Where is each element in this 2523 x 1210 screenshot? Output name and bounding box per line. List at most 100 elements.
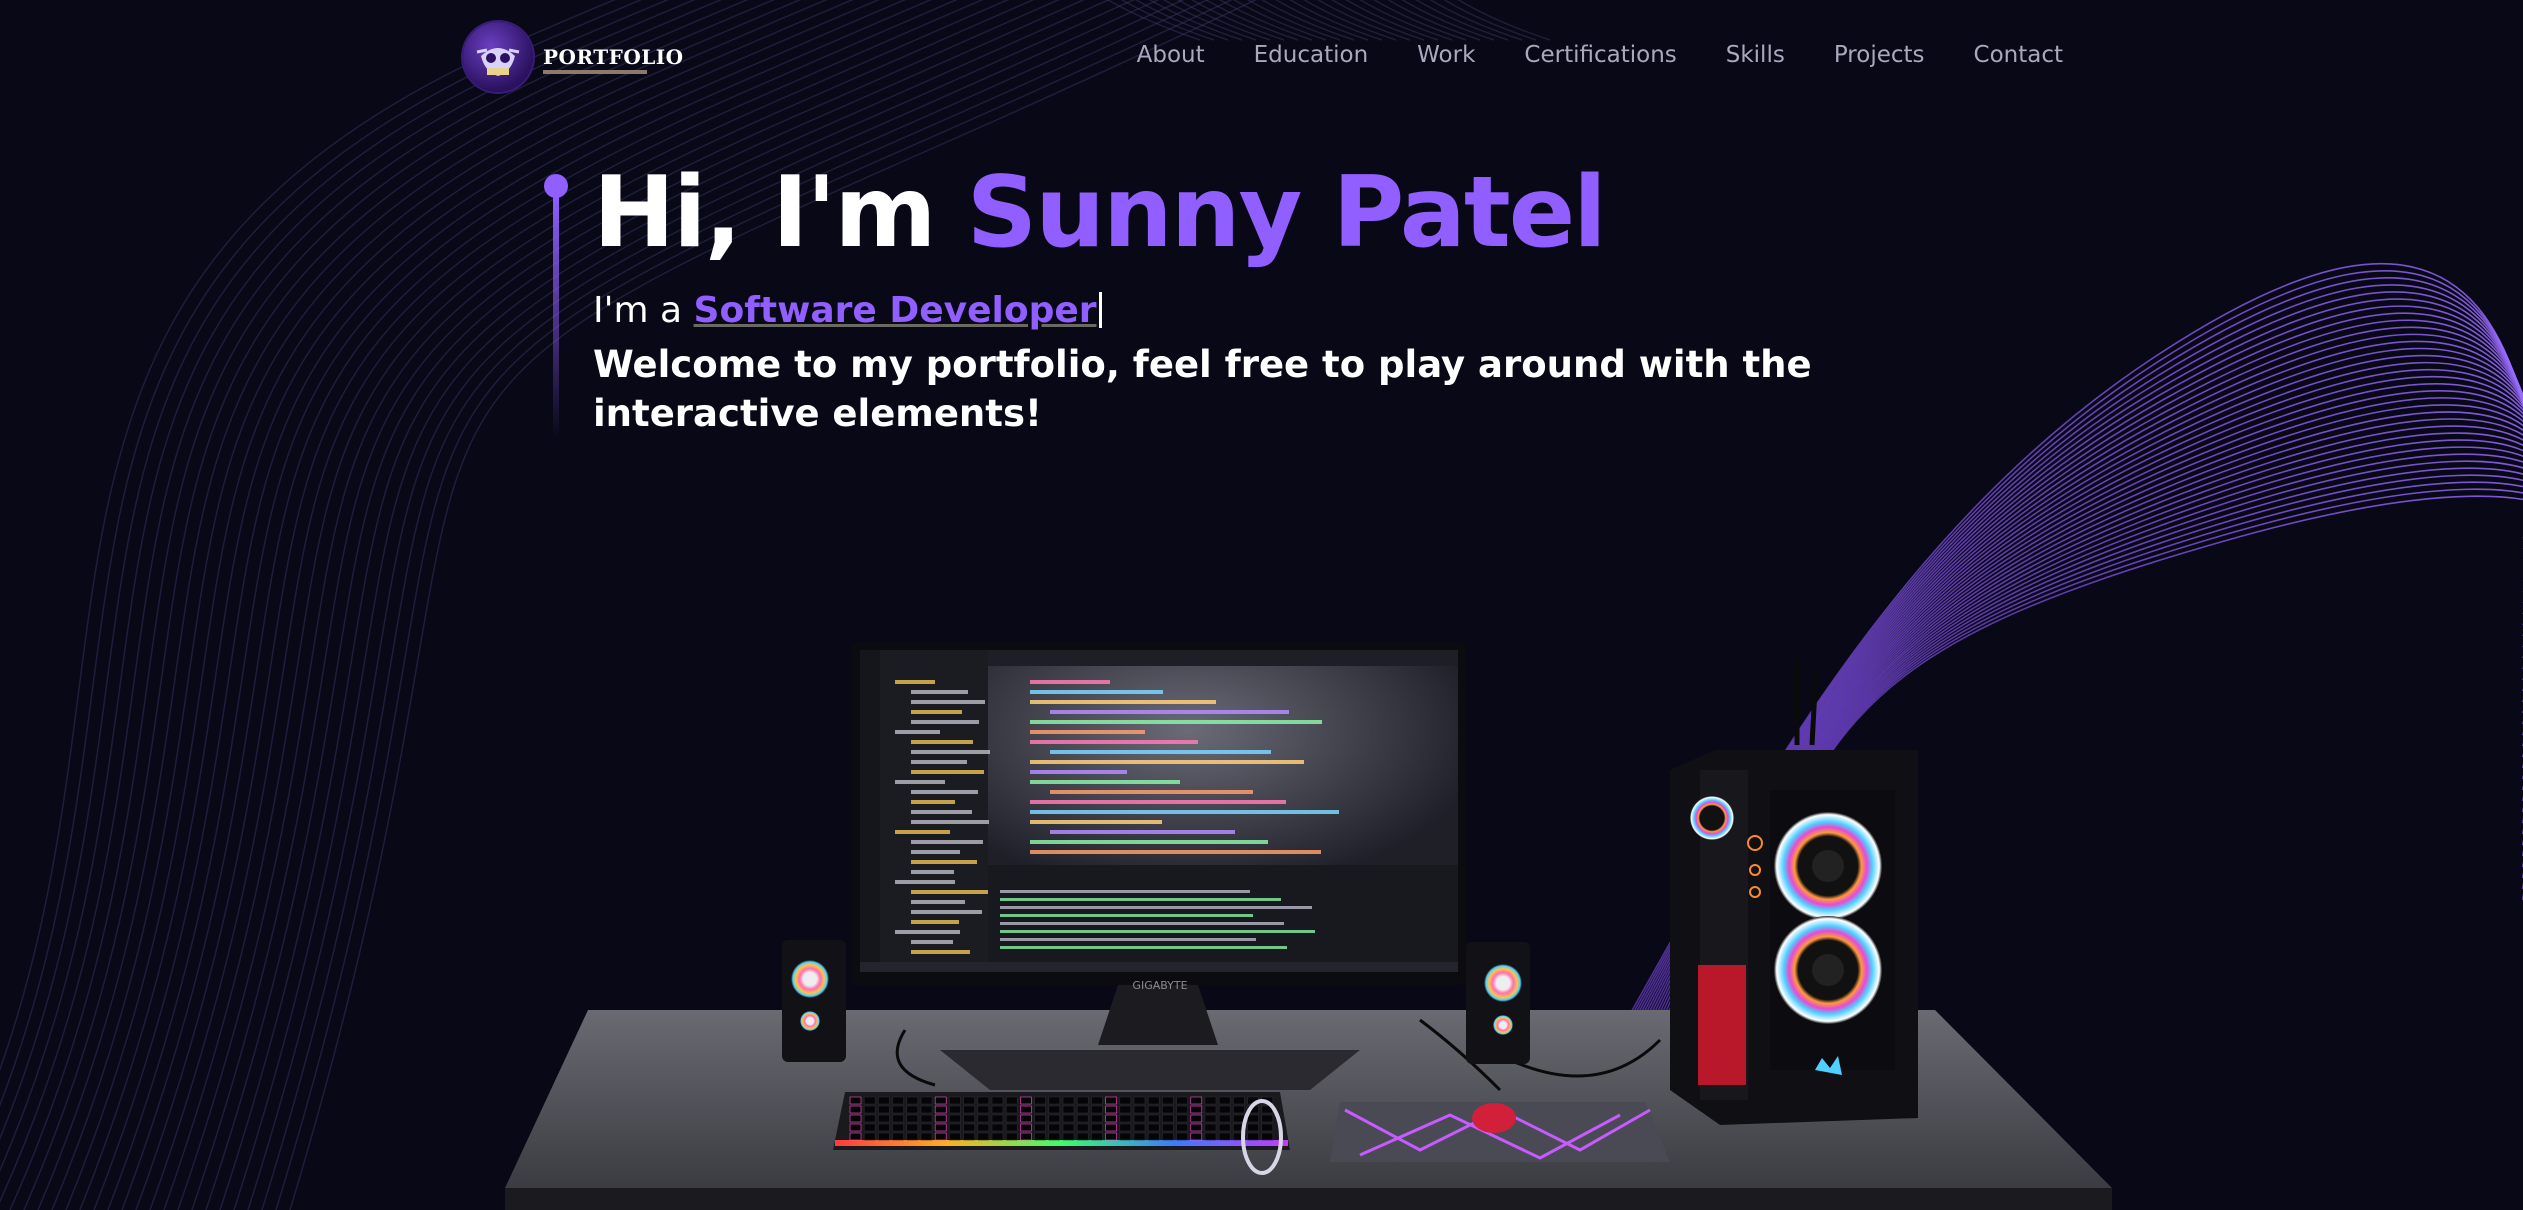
terminal-line [1000, 922, 1284, 925]
keyboard-key [863, 1105, 876, 1114]
keyboard-key [949, 1114, 961, 1123]
keyboard-key [1091, 1096, 1103, 1105]
editor-activity-bar [860, 650, 880, 972]
file-tree-item [895, 880, 955, 884]
keyboard-key [1034, 1132, 1046, 1141]
keyboard-key [1147, 1114, 1160, 1123]
desk-edge [505, 1188, 2112, 1210]
file-tree-item [911, 740, 973, 744]
keyboard-key [1048, 1105, 1061, 1114]
keyboard-key [1176, 1114, 1188, 1123]
keyboard-key [1020, 1105, 1032, 1114]
keyboard-key [1062, 1096, 1075, 1105]
desk-scene[interactable]: GIGABYTE [0, 0, 2523, 1210]
keyboard-key [1190, 1132, 1203, 1141]
keyboard-key [977, 1105, 990, 1114]
side-fan-icon [1690, 796, 1734, 840]
file-tree-item [911, 820, 989, 824]
keyboard-key [963, 1096, 975, 1105]
keyboard-key [1147, 1123, 1160, 1132]
file-tree-item [895, 780, 945, 784]
keyboard-key [963, 1132, 975, 1141]
file-tree-item [911, 850, 960, 854]
keyboard-key [1119, 1132, 1132, 1141]
keyboard-key [906, 1123, 919, 1132]
keyboard-key [1190, 1096, 1203, 1105]
editor-status-bar [860, 962, 1458, 972]
code-line [1050, 790, 1253, 794]
keyboard-key [1005, 1132, 1018, 1141]
code-line [1030, 700, 1216, 704]
editor-tabs [988, 650, 1458, 666]
keyboard-key [949, 1123, 961, 1132]
keyboard-key [906, 1096, 919, 1105]
keyboard-key [892, 1096, 904, 1105]
keyboard-key [920, 1132, 933, 1141]
code-line [1030, 730, 1145, 734]
code-line [1030, 720, 1322, 724]
keyboard-key [977, 1096, 990, 1105]
keyboard-key [1020, 1132, 1032, 1141]
keyboard-key [1062, 1123, 1075, 1132]
code-line [1030, 680, 1110, 684]
keyboard-key [1048, 1123, 1061, 1132]
terminal-line [1000, 930, 1315, 933]
keyboard-key [1147, 1132, 1160, 1141]
terminal-line [1000, 938, 1256, 941]
code-line [1030, 850, 1321, 854]
keyboard-key [1218, 1096, 1231, 1105]
keyboard-key [906, 1105, 919, 1114]
keyboard-key [1048, 1096, 1061, 1105]
keyboard-key [1162, 1132, 1174, 1141]
keyboard-key [1147, 1105, 1160, 1114]
keyboard-key [977, 1132, 990, 1141]
monitor-stand [1098, 985, 1218, 1045]
keyboard-rgb [835, 1140, 1288, 1146]
file-tree-item [895, 830, 950, 834]
keyboard-key [849, 1123, 862, 1132]
left-speaker-woofer [791, 960, 829, 998]
keyboard-key [1119, 1096, 1132, 1105]
keyboard-key [934, 1114, 947, 1123]
keyboard-key [1162, 1123, 1174, 1132]
keyboard-key [934, 1105, 947, 1114]
keyboard-key [1076, 1132, 1089, 1141]
keyboard-key [1204, 1123, 1217, 1132]
keyboard-key [878, 1105, 890, 1114]
keyboard-key [892, 1105, 904, 1114]
file-tree-item [911, 700, 985, 704]
keyboard-key [1119, 1114, 1132, 1123]
antenna-right [1809, 669, 1819, 746]
code-line [1050, 830, 1235, 834]
keyboard-key [1162, 1114, 1174, 1123]
keyboard-key [920, 1123, 933, 1132]
keyboard-key [1091, 1132, 1103, 1141]
keyboard-key [1034, 1105, 1046, 1114]
keyboard-key [1204, 1105, 1217, 1114]
file-tree-item [911, 790, 978, 794]
right-speaker [1466, 942, 1530, 1064]
keyboard-key [1204, 1132, 1217, 1141]
keyboard-key [1020, 1123, 1032, 1132]
fan-hub-bottom [1812, 954, 1844, 986]
keyboard-key [991, 1105, 1004, 1114]
keyboard-key [1005, 1105, 1018, 1114]
right-speaker-tweeter [1493, 1015, 1513, 1035]
keyboard-key [863, 1123, 876, 1132]
keyboard-key [863, 1114, 876, 1123]
code-line [1030, 820, 1162, 824]
file-tree-item [911, 840, 983, 844]
keyboard-key [906, 1132, 919, 1141]
keyboard-key [1062, 1114, 1075, 1123]
fan-hub-top [1812, 850, 1844, 882]
keyboard-key [920, 1114, 933, 1123]
keyboard-key [892, 1132, 904, 1141]
keyboard-key [991, 1096, 1004, 1105]
keyboard-key [1204, 1114, 1217, 1123]
code-line [1050, 710, 1289, 714]
keyboard-key [949, 1096, 961, 1105]
file-tree-item [911, 870, 954, 874]
keyboard-key [963, 1105, 975, 1114]
keyboard-key [1105, 1096, 1117, 1105]
keyboard-key [906, 1114, 919, 1123]
